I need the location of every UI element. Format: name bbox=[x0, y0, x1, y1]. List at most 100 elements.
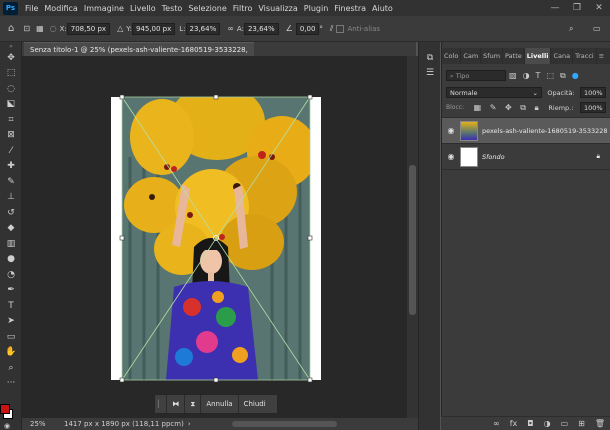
menu-visualizza[interactable]: Visualizza bbox=[255, 4, 300, 13]
lock-pixels-icon[interactable]: ✎ bbox=[490, 103, 497, 112]
zoom-tool-icon[interactable]: ⌕ bbox=[0, 360, 22, 376]
frame-tool-icon[interactable]: ⊠ bbox=[0, 128, 22, 144]
flip-vertical-icon[interactable]: ⧗ bbox=[185, 395, 202, 413]
menu-aiuto[interactable]: Aiuto bbox=[369, 4, 396, 13]
more-tools-icon[interactable]: ··· bbox=[0, 376, 22, 392]
gradient-tool-icon[interactable]: ▥ bbox=[0, 236, 22, 252]
vertical-scroll-thumb[interactable] bbox=[409, 165, 416, 315]
healing-brush-icon[interactable]: ✚ bbox=[0, 159, 22, 175]
crop-tool-icon[interactable]: ⌗ bbox=[0, 112, 22, 128]
history-icon[interactable]: ⧉ bbox=[419, 50, 441, 66]
quick-mask-icon[interactable]: ◉ bbox=[4, 422, 10, 430]
move-tool-icon[interactable]: ✥ bbox=[0, 50, 22, 66]
clone-stamp-icon[interactable]: ⊥ bbox=[0, 190, 22, 206]
cancel-button[interactable]: Annulla bbox=[201, 395, 239, 413]
dodge-tool-icon[interactable]: ◔ bbox=[0, 267, 22, 283]
menu-file[interactable]: File bbox=[22, 4, 41, 13]
filter-pixel-icon[interactable]: ▨ bbox=[509, 71, 517, 80]
layer-row-photo[interactable]: ◉ pexels-ash-valiente-1680519-3533228 bbox=[442, 118, 610, 144]
history-brush-icon[interactable]: ↺ bbox=[0, 205, 22, 221]
flip-horizontal-icon[interactable]: ⧓ bbox=[167, 395, 186, 413]
visibility-eye-icon[interactable]: ◉ bbox=[442, 126, 460, 135]
fill-field[interactable]: 100% bbox=[580, 102, 606, 113]
layer-filter-select[interactable]: ⌕ Tipo bbox=[446, 70, 506, 81]
eraser-tool-icon[interactable]: ◆ bbox=[0, 221, 22, 237]
lock-artboard-icon[interactable]: ⧉ bbox=[520, 103, 526, 112]
filter-shape-icon[interactable]: ⬚ bbox=[546, 71, 554, 80]
y-position-field[interactable]: 945,00 px bbox=[131, 22, 176, 35]
filter-smart-icon[interactable]: ⧉ bbox=[560, 71, 566, 81]
eyedropper-tool-icon[interactable]: ⁄ bbox=[0, 143, 22, 159]
marquee-tool-icon[interactable]: ⬚ bbox=[0, 66, 22, 82]
link-layers-icon[interactable]: ∞ bbox=[493, 419, 500, 428]
filter-toggle-icon[interactable]: ● bbox=[572, 71, 579, 80]
delete-layer-icon[interactable]: 🗑︎ bbox=[595, 419, 605, 428]
blend-mode-select[interactable]: Normale ⌄ bbox=[446, 87, 542, 98]
relative-position-icon[interactable]: △ bbox=[117, 24, 123, 33]
brush-tool-icon[interactable]: ✎ bbox=[0, 174, 22, 190]
menu-immagine[interactable]: Immagine bbox=[81, 4, 127, 13]
properties-icon[interactable]: ☰ bbox=[419, 66, 441, 82]
link-icon[interactable]: ∞ bbox=[227, 24, 234, 33]
tab-livelli[interactable]: Livelli bbox=[524, 48, 552, 64]
search-icon[interactable]: ⌕ bbox=[569, 24, 573, 34]
transform-bounding-box[interactable] bbox=[111, 93, 323, 385]
chain-toggle-icon[interactable]: ◌ bbox=[50, 24, 57, 33]
menu-testo[interactable]: Testo bbox=[159, 4, 186, 13]
lock-position-icon[interactable]: ✥ bbox=[505, 103, 512, 112]
blur-tool-icon[interactable]: ● bbox=[0, 252, 22, 268]
lock-transparency-icon[interactable]: ▦ bbox=[474, 103, 482, 112]
x-position-field[interactable]: 708,50 px bbox=[66, 22, 111, 35]
layer-name[interactable]: pexels-ash-valiente-1680519-3533228 bbox=[482, 127, 608, 135]
antialias-checkbox[interactable] bbox=[336, 24, 345, 33]
visibility-eye-icon[interactable]: ◉ bbox=[442, 152, 460, 161]
adjustment-layer-icon[interactable]: ◑ bbox=[544, 419, 551, 428]
tab-sfumature[interactable]: Sfum bbox=[481, 48, 504, 64]
tab-tracciati[interactable]: Tracci bbox=[573, 48, 597, 64]
new-group-icon[interactable]: ▭ bbox=[561, 419, 569, 428]
document-tab[interactable]: Senza titolo-1 @ 25% (pexels-ash-valient… bbox=[24, 42, 254, 68]
panel-menu-icon[interactable]: ≡ bbox=[597, 48, 606, 64]
workspace-icon[interactable]: ▭ bbox=[593, 24, 601, 33]
layer-style-icon[interactable]: fx bbox=[510, 419, 518, 428]
menu-modifica[interactable]: Modifica bbox=[41, 4, 80, 13]
status-arrow[interactable]: › bbox=[188, 420, 191, 428]
layer-name[interactable]: Sfondo bbox=[482, 153, 505, 161]
height-scale-field[interactable]: 23,64% bbox=[243, 22, 279, 35]
layer-mask-icon[interactable]: ◘ bbox=[527, 419, 533, 428]
layer-row-background[interactable]: ◉ Sfondo 🔒︎ bbox=[442, 144, 610, 170]
tab-colore[interactable]: Colo bbox=[442, 48, 462, 64]
zoom-level[interactable]: 25% bbox=[30, 420, 64, 428]
menu-selezione[interactable]: Selezione bbox=[185, 4, 229, 13]
tab-pattern[interactable]: Patte bbox=[503, 48, 525, 64]
filter-type-icon[interactable]: T bbox=[536, 71, 541, 80]
transform-tool-icon[interactable]: ⊡ bbox=[23, 24, 30, 33]
menu-finestra[interactable]: Finestra bbox=[331, 4, 369, 13]
tab-campioni[interactable]: Cam bbox=[461, 48, 482, 64]
opacity-field[interactable]: 100% bbox=[579, 87, 606, 98]
reference-point-icon[interactable]: ▦ bbox=[36, 24, 44, 33]
width-scale-field[interactable]: 23,64% bbox=[185, 22, 221, 35]
commit-button[interactable]: Chiudi bbox=[239, 395, 271, 413]
hand-tool-icon[interactable]: ✋ bbox=[0, 345, 22, 361]
tab-canali[interactable]: Cana bbox=[551, 48, 574, 64]
object-selection-icon[interactable]: ⬕ bbox=[0, 97, 22, 113]
menu-filtro[interactable]: Filtro bbox=[230, 4, 256, 13]
angle-field[interactable]: 0,00 bbox=[295, 22, 320, 35]
horizontal-scroll-thumb[interactable] bbox=[232, 421, 337, 427]
menu-livello[interactable]: Livello bbox=[127, 4, 159, 13]
path-selection-icon[interactable]: ➤ bbox=[0, 314, 22, 330]
skew-icon[interactable]: ⫽ bbox=[330, 24, 334, 34]
lasso-tool-icon[interactable]: ◌ bbox=[0, 81, 22, 97]
new-layer-icon[interactable]: ⊞ bbox=[578, 419, 585, 428]
minimize-button[interactable]: — bbox=[544, 0, 566, 16]
type-tool-icon[interactable]: T bbox=[0, 298, 22, 314]
filter-adjustment-icon[interactable]: ◑ bbox=[523, 71, 530, 80]
drag-handle-icon[interactable]: ▏ bbox=[155, 395, 168, 413]
menu-plugin[interactable]: Plugin bbox=[301, 4, 332, 13]
pen-tool-icon[interactable]: ✒ bbox=[0, 283, 22, 299]
tools-collapse-icon[interactable]: » bbox=[0, 42, 22, 50]
rectangle-tool-icon[interactable]: ▭ bbox=[0, 329, 22, 345]
foreground-color-swatch[interactable] bbox=[0, 404, 10, 414]
home-icon[interactable]: ⌂ bbox=[8, 23, 14, 34]
